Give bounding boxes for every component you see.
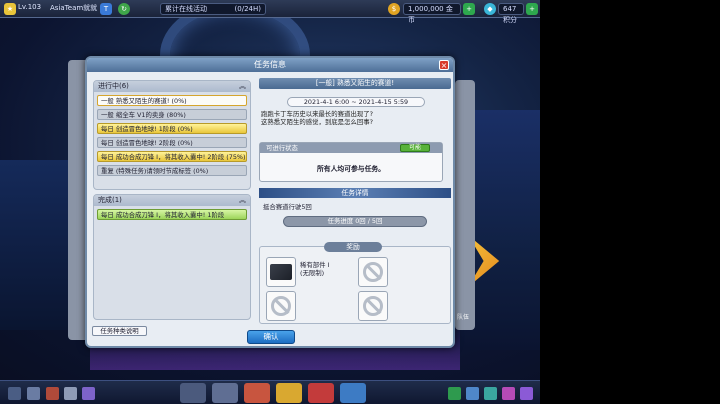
coin-balance: 1,000,000 金币	[403, 3, 461, 24]
status-text: 所有人均可参与任务。	[317, 165, 385, 173]
ranking-icon[interactable]	[484, 387, 497, 400]
lab-icon[interactable]	[308, 383, 334, 403]
confirm-button[interactable]: 确认	[247, 330, 295, 344]
status-badge: 可能	[400, 144, 430, 152]
settings-icon[interactable]	[8, 387, 21, 400]
completed-header[interactable]: 完成(1) ︽	[94, 195, 250, 206]
quest-date-range: 2021-4-1 6:00 ~ 2021-4-15 5:59	[287, 97, 425, 107]
reward-item-sub: (无限制)	[300, 269, 325, 277]
event-icon[interactable]	[502, 387, 515, 400]
quest-row[interactable]: 每日 创造冒色地球! 2阶段 (0%)	[97, 137, 247, 148]
in-progress-header[interactable]: 进行中(6) ︽	[94, 81, 250, 92]
in-progress-panel: 进行中(6) ︽ 一般 熟悉又陌生的赛道! (0%) 一般 缩全车 V1的卖身 (…	[93, 80, 251, 190]
inventory-icon[interactable]	[64, 387, 77, 400]
collapse-icon[interactable]: ︽	[239, 81, 246, 92]
quest-row[interactable]: 每日 成功合成刀锋 I，将其收入囊中! 2阶段 (75%)	[97, 151, 247, 162]
reward-item-slot[interactable]	[266, 257, 296, 287]
reward-item-icon	[270, 264, 292, 280]
refresh-icon[interactable]: ↻	[118, 3, 130, 15]
reward-header: 奖励	[324, 242, 382, 252]
team-icon[interactable]: T	[100, 3, 112, 15]
coin-icon: $	[388, 3, 400, 15]
add-coins-button[interactable]: +	[463, 3, 475, 15]
letterbox-right	[540, 0, 720, 404]
menu-icon[interactable]	[520, 387, 533, 400]
status-box: 可进行状态 可能 所有人均可参与任务。	[259, 142, 443, 182]
player-level: Lv.103	[18, 3, 42, 11]
empty-reward-slot	[358, 291, 388, 321]
collapse-icon[interactable]: ︽	[239, 195, 246, 206]
empty-slot-icon	[271, 296, 291, 316]
quest-title: [一般] 熟悉又陌生的赛道!	[259, 78, 451, 89]
mail-icon[interactable]	[46, 387, 59, 400]
online-event-bar[interactable]: 累计在线活动 (0/24H)	[160, 3, 266, 15]
points-icon: ◆	[484, 3, 496, 15]
quest-dialog: 任务信息 × 进行中(6) ︽ 一般 熟悉又陌生的赛道! (0%) 一般 缩全车 …	[85, 56, 455, 348]
close-button[interactable]: ×	[439, 60, 449, 70]
tune-icon[interactable]	[212, 383, 238, 403]
garage-icon[interactable]	[180, 383, 206, 403]
side-panel-right: 队伍	[455, 80, 475, 330]
quest-row[interactable]: 重复 (特殊任务)请领时节成标签 (0%)	[97, 165, 247, 176]
points-balance: 647 积分	[498, 3, 524, 24]
reward-item-name: 稀有部件 I	[300, 261, 330, 269]
dialog-title: 任务信息	[87, 58, 453, 72]
quest-description-line: 这熟悉又陌生的感觉，到底是怎么回事?	[261, 118, 374, 126]
quest-progress: 任务进度 0回 / 5回	[283, 216, 427, 227]
event-time: (0/24H)	[234, 5, 261, 13]
help-icon[interactable]	[82, 387, 95, 400]
club-icon[interactable]	[340, 383, 366, 403]
completed-panel: 完成(1) ︽ 每日 成功合成刀锋 I，将其收入囊中! 1阶段	[93, 194, 251, 320]
quest-row[interactable]: 每日 成功合成刀锋 I，将其收入囊中! 1阶段	[97, 209, 247, 220]
empty-reward-slot	[266, 291, 296, 321]
add-points-button[interactable]: +	[526, 3, 538, 15]
top-bar: ★ Lv.103 AsiaTeam就就 T ↻ 累计在线活动 (0/24H) $…	[0, 0, 540, 24]
quest-row[interactable]: 每日 创造冒色地球! 1阶段 (0%)	[97, 123, 247, 134]
empty-slot-icon	[363, 262, 383, 282]
shop-icon[interactable]	[244, 383, 270, 403]
rank-icon[interactable]: ★	[4, 3, 16, 15]
bottom-bar	[0, 380, 540, 404]
chat-icon[interactable]	[27, 387, 40, 400]
empty-reward-slot	[358, 257, 388, 287]
in-progress-label: 进行中(6)	[98, 82, 129, 90]
quest-description: 跑跑卡丁车历史以来最长的赛道出现了? 这熟悉又陌生的感觉，到底是怎么回事?	[261, 110, 449, 126]
event-label: 累计在线活动	[165, 5, 207, 13]
side-label: 队伍	[457, 314, 470, 321]
reward-box: 奖励 稀有部件 I (无限制)	[259, 242, 451, 324]
quest-row[interactable]: 一般 熟悉又陌生的赛道! (0%)	[97, 95, 247, 106]
reward-item-info: 稀有部件 I (无限制)	[300, 261, 329, 277]
quest-type-guide-button[interactable]: 任务种类说明	[92, 326, 147, 336]
quest-detail-header: 任务详情	[259, 188, 451, 198]
quest-icon[interactable]	[448, 387, 461, 400]
market-icon[interactable]	[276, 383, 302, 403]
empty-slot-icon	[363, 296, 383, 316]
quest-row[interactable]: 一般 缩全车 V1的卖身 (80%)	[97, 109, 247, 120]
quest-description-line: 跑跑卡丁车历史以来最长的赛道出现了?	[261, 110, 374, 118]
friends-icon[interactable]	[466, 387, 479, 400]
player-name: AsiaTeam就就	[50, 4, 98, 12]
completed-label: 完成(1)	[98, 196, 122, 204]
quest-detail-text: 挺合赛道行驶5回	[263, 203, 312, 211]
